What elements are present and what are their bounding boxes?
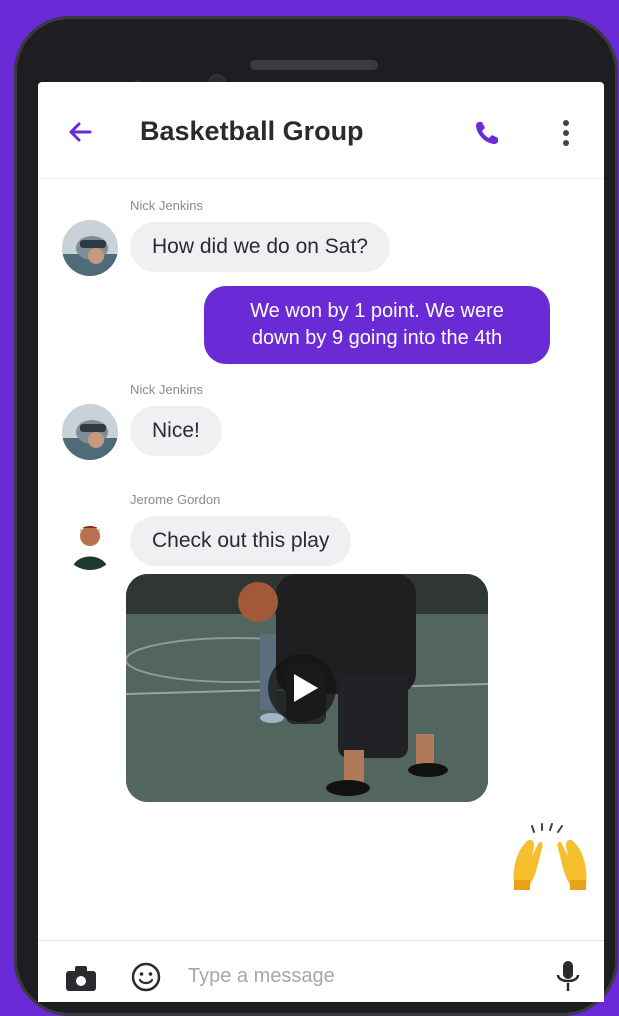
- avatar[interactable]: [62, 404, 118, 460]
- message-bubble[interactable]: Nice!: [130, 406, 222, 456]
- arrow-left-icon[interactable]: [64, 116, 96, 148]
- message-composer: [38, 940, 604, 1002]
- chat-screen: Basketball Group Nick Jenkins How did we…: [38, 82, 604, 1002]
- avatar[interactable]: [62, 220, 118, 276]
- avatar-image: [62, 404, 118, 460]
- avatar-image: [62, 220, 118, 276]
- more-vertical-icon[interactable]: [554, 118, 578, 148]
- avatar-image: [62, 514, 118, 570]
- microphone-icon[interactable]: [554, 959, 582, 993]
- raising-hands-emoji[interactable]: [508, 820, 592, 892]
- camera-icon[interactable]: [64, 963, 98, 993]
- avatar[interactable]: [62, 514, 118, 570]
- play-icon: [294, 674, 318, 702]
- sender-name: Jerome Gordon: [130, 492, 221, 507]
- sender-name: Nick Jenkins: [130, 382, 203, 397]
- phone-speaker: [250, 60, 378, 70]
- message-input[interactable]: [188, 961, 488, 991]
- message-bubble-outgoing[interactable]: We won by 1 point. We were down by 9 goi…: [204, 286, 550, 364]
- chat-title: Basketball Group: [140, 116, 364, 146]
- video-thumbnail[interactable]: [126, 574, 488, 802]
- sender-name: Nick Jenkins: [130, 198, 203, 213]
- phone-icon[interactable]: [472, 118, 502, 148]
- message-bubble[interactable]: How did we do on Sat?: [130, 222, 390, 272]
- message-bubble[interactable]: Check out this play: [130, 516, 352, 566]
- message-line: down by 9 going into the 4th: [251, 327, 503, 349]
- play-button[interactable]: [268, 654, 336, 722]
- message-line: We won by 1 point. We were: [250, 300, 504, 322]
- app-bar: Basketball Group: [38, 82, 604, 179]
- smile-icon[interactable]: [130, 961, 162, 993]
